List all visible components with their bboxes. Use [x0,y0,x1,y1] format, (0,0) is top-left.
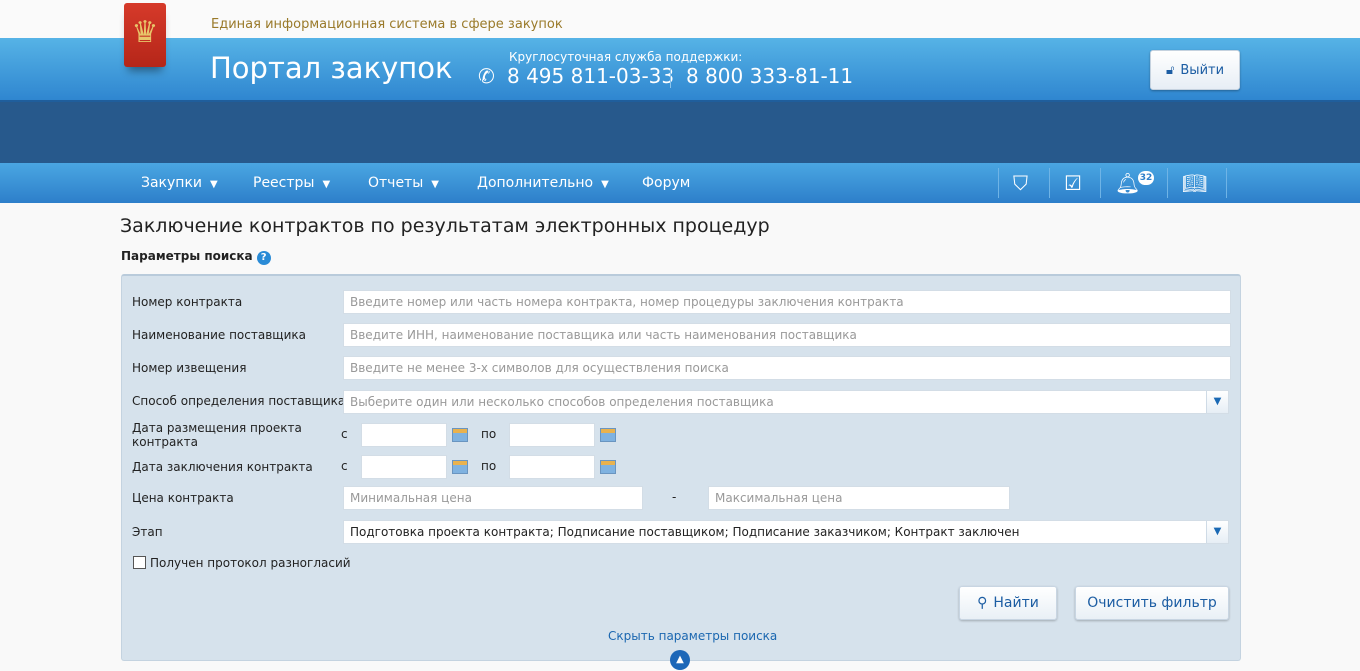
lock-icon: 🔓︎ [1165,62,1175,78]
nav-label: Закупки [141,175,203,191]
divider [998,168,999,198]
calendar-icon[interactable] [452,460,468,474]
divider [1049,168,1050,198]
logout-button[interactable]: 🔓︎ Выйти [1150,50,1240,90]
chevron-down-icon: ▼ [322,179,331,190]
bell-icon[interactable]: 🔔︎ [1115,171,1140,195]
max-price-input[interactable]: Максимальная цена [708,486,1010,510]
chevron-down-icon[interactable]: ▼ [1206,391,1228,413]
placement-date-label: Дата размещения проекта контракта [132,421,302,449]
chevron-down-icon[interactable]: ▼ [1206,521,1228,543]
conclusion-date-label: Дата заключения контракта [132,460,313,474]
book-search-icon[interactable]: 📖︎ [1182,171,1207,195]
protocol-checkbox[interactable] [133,556,146,569]
clear-filter-button[interactable]: Очистить фильтр [1075,586,1229,620]
nav-forum[interactable]: Форум [642,175,690,191]
search-button[interactable]: ⚲ Найти [959,586,1057,620]
conclusion-date-from-input[interactable] [361,455,447,479]
header-dark-band [0,102,1360,163]
top-strip [0,0,1360,38]
from-label: с [341,459,348,473]
divider [670,68,671,88]
nav-label: Форум [642,175,691,191]
nav-registries[interactable]: Реестры ▼ [253,175,330,191]
logout-label: Выйти [1180,62,1225,78]
to-label: по [481,427,497,441]
method-select[interactable]: Выберите один или несколько способов опр… [343,390,1229,414]
divider [1100,168,1101,198]
price-label: Цена контракта [132,491,234,505]
help-icon[interactable]: ? [256,251,271,265]
phone-icon: ✆ [478,64,495,88]
shield-icon[interactable]: ⛉ [1013,171,1028,195]
divider [1167,168,1168,198]
portal-title[interactable]: Портал закупок [210,51,452,85]
contract-number-input[interactable]: Введите номер или часть номера контракта… [343,290,1231,314]
calendar-icon[interactable] [600,428,616,442]
nav-label: Дополнительно [477,175,594,191]
nav-label: Отчеты [368,175,424,191]
search-button-label: Найти [993,595,1039,611]
nav-label: Реестры [253,175,315,191]
chevron-down-icon: ▼ [431,179,439,190]
protocol-label: Получен протокол разногласий [150,556,351,570]
chevron-down-icon: ▼ [210,179,218,190]
phone-number-1: 8 495 811-03-33 [507,64,675,88]
support-label: Круглосуточная служба поддержки: [509,50,743,64]
hide-params-link[interactable]: Скрыть параметры поиска [608,629,777,643]
stage-label: Этап [132,525,163,539]
heading-label: Параметры поиска [121,249,253,263]
notification-badge: 32 [1138,171,1154,185]
nav-additional[interactable]: Дополнительно ▼ [477,175,609,191]
placement-date-from-input[interactable] [361,423,447,447]
to-label: по [481,459,497,473]
calendar-check-icon[interactable]: ☑ [1064,171,1082,195]
method-label: Способ определения поставщика [132,394,346,408]
stage-select[interactable]: Подготовка проекта контракта; Подписание… [343,520,1229,544]
search-params-heading: Параметры поиска? [121,249,271,265]
from-label: с [341,427,348,441]
divider [1226,168,1227,198]
notice-number-label: Номер извещения [132,361,247,375]
dash: - [672,490,677,504]
contract-number-label: Номер контракта [132,295,243,309]
nav-purchases[interactable]: Закупки ▼ [141,175,218,191]
supplier-label: Наименование поставщика [132,328,306,342]
supplier-input[interactable]: Введите ИНН, наименование поставщика или… [343,323,1231,347]
tagline: Единая информационная система в сфере за… [211,17,563,32]
search-icon: ⚲ [977,595,988,611]
conclusion-date-to-input[interactable] [509,455,595,479]
calendar-icon[interactable] [452,428,468,442]
chevron-down-icon: ▼ [601,179,609,190]
eagle-icon: ♛ [131,15,159,50]
min-price-input[interactable]: Минимальная цена [343,486,643,510]
phone-number-2: 8 800 333-81-11 [686,64,854,88]
nav-reports[interactable]: Отчеты ▼ [368,175,439,191]
chevron-up-icon[interactable]: ▲ [670,650,690,670]
placement-date-to-input[interactable] [509,423,595,447]
calendar-icon[interactable] [600,460,616,474]
notice-number-input[interactable]: Введите не менее 3-х символов для осущес… [343,356,1231,380]
emblem-logo[interactable]: ♛ [124,3,166,67]
page-title: Заключение контрактов по результатам эле… [120,215,770,237]
